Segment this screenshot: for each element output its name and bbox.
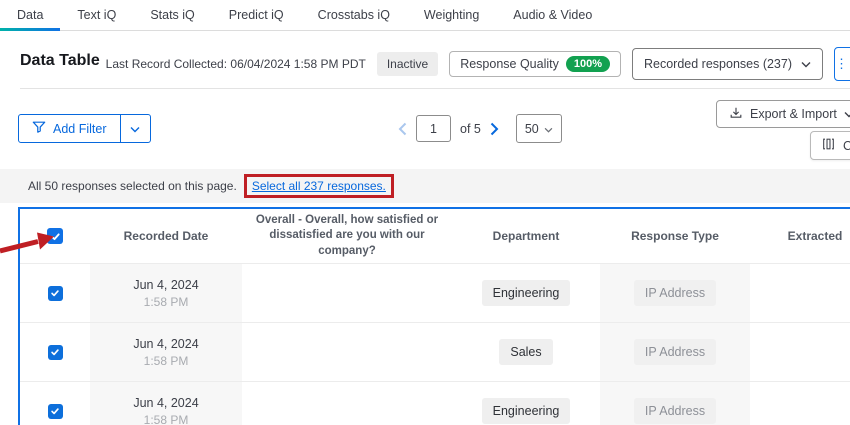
overall-cell (242, 323, 452, 381)
add-filter-caret-button[interactable] (119, 115, 150, 142)
chevron-down-icon (801, 57, 811, 71)
extracted-cell (750, 382, 850, 425)
select-all-checkbox[interactable] (47, 228, 63, 244)
data-analysis-page: Data Text iQ Stats iQ Predict iQ Crossta… (0, 0, 850, 425)
page-title: Data Table (20, 52, 100, 69)
column-header-label: Department (492, 229, 560, 243)
response-quality-percent-badge: 100% (565, 56, 610, 72)
response-type-cell: IP Address (600, 264, 750, 322)
tab-crosstabs-iq[interactable]: Crosstabs iQ (301, 0, 407, 30)
tab-data[interactable]: Data (0, 0, 61, 31)
row-checkbox[interactable] (47, 344, 63, 360)
response-quality-label: Response Quality (460, 57, 559, 71)
date-value: Jun 4, 2024 (133, 395, 199, 410)
recorded-date-cell: Jun 4, 2024 1:58 PM (90, 323, 242, 381)
row-select-cell (20, 382, 90, 425)
table-header-row: Recorded Date Overall - Overall, how sat… (20, 209, 850, 263)
tab-weighting[interactable]: Weighting (407, 0, 496, 30)
chevron-down-icon (844, 107, 850, 121)
column-header-recorded-date[interactable]: Recorded Date (90, 209, 242, 263)
filter-funnel-icon (32, 120, 46, 137)
response-quality-button[interactable]: Response Quality 100% (449, 51, 621, 77)
column-header-label: Recorded Date (123, 229, 209, 243)
tab-predict-iq[interactable]: Predict iQ (212, 0, 301, 30)
row-checkbox[interactable] (47, 285, 63, 301)
tab-audio-video[interactable]: Audio & Video (496, 0, 609, 30)
export-import-label: Export & Import (750, 107, 837, 121)
response-type-cell: IP Address (600, 382, 750, 425)
column-header-response-type[interactable]: Response Type (600, 209, 750, 263)
page-total-label: of 5 (460, 121, 481, 136)
department-cell: Engineering (452, 264, 600, 322)
chevron-down-icon (130, 120, 140, 138)
columns-icon (821, 137, 836, 154)
add-filter-split-button: Add Filter (18, 114, 151, 143)
table-row: Jun 4, 2024 1:58 PM Engineering IP Addre… (20, 381, 850, 425)
next-page-button[interactable] (490, 122, 499, 136)
page-size-value: 50 (524, 121, 539, 136)
add-filter-label: Add Filter (53, 121, 107, 136)
header-right-group: Last Record Collected: 06/04/2024 1:58 P… (106, 46, 850, 82)
time-value: 1:58 PM (143, 294, 189, 309)
header-divider (20, 88, 850, 89)
column-tools-label: Co (843, 138, 850, 153)
date-value: Jun 4, 2024 (133, 336, 199, 351)
pagination: of 5 50 (398, 114, 562, 143)
download-icon (729, 106, 743, 123)
column-header-label: Extracted (787, 229, 843, 243)
extracted-cell (750, 264, 850, 322)
tools-button-partial[interactable]: ⋮⋮ (834, 47, 850, 81)
recorded-responses-label: Recorded responses (237) (644, 57, 792, 71)
annotation-red-box: Select all 237 responses. (243, 174, 394, 198)
extracted-cell (750, 323, 850, 381)
select-all-header-cell (20, 209, 90, 263)
recorded-date-cell: Jun 4, 2024 1:58 PM (90, 264, 242, 322)
tab-text-iq[interactable]: Text iQ (60, 0, 133, 30)
page-size-dropdown[interactable]: 50 (515, 114, 562, 143)
recorded-date-cell: Jun 4, 2024 1:58 PM (90, 382, 242, 425)
tab-stats-iq[interactable]: Stats iQ (133, 0, 211, 30)
department-cell: Sales (452, 323, 600, 381)
data-table: Recorded Date Overall - Overall, how sat… (18, 207, 850, 425)
column-header-overall[interactable]: Overall - Overall, how satisfied or diss… (242, 209, 452, 263)
department-chip: Engineering (481, 280, 571, 306)
last-record-collected: Last Record Collected: 06/04/2024 1:58 P… (105, 57, 366, 71)
column-header-department[interactable]: Department (452, 209, 600, 263)
response-type-chip: IP Address (633, 280, 717, 306)
page-number-input[interactable] (416, 115, 451, 142)
column-header-label: Overall - Overall, how satisfied or diss… (255, 213, 439, 257)
row-checkbox[interactable] (47, 403, 63, 419)
row-select-cell (20, 264, 90, 322)
table-row: Jun 4, 2024 1:58 PM Sales IP Address (20, 322, 850, 381)
time-value: 1:58 PM (143, 353, 189, 368)
column-header-label: Response Type (631, 229, 719, 243)
date-value: Jun 4, 2024 (133, 277, 199, 292)
column-header-extracted[interactable]: Extracted (750, 209, 850, 263)
selection-banner: All 50 responses selected on this page. … (0, 169, 850, 203)
add-filter-button[interactable]: Add Filter (19, 115, 120, 142)
overall-cell (242, 264, 452, 322)
selection-message: All 50 responses selected on this page. (28, 179, 237, 193)
export-import-button[interactable]: Export & Import (716, 100, 850, 128)
table-row: Jun 4, 2024 1:58 PM Engineering IP Addre… (20, 263, 850, 322)
analysis-tabbar: Data Text iQ Stats iQ Predict iQ Crossta… (0, 0, 850, 31)
response-type-chip: IP Address (633, 398, 717, 424)
department-cell: Engineering (452, 382, 600, 425)
recorded-responses-dropdown[interactable]: Recorded responses (237) (632, 48, 823, 80)
dots-grid-icon: ⋮⋮ (835, 56, 850, 71)
row-select-cell (20, 323, 90, 381)
chevron-down-icon (544, 122, 553, 136)
overall-cell (242, 382, 452, 425)
column-tools-button-partial[interactable]: Co (810, 131, 850, 160)
department-chip: Sales (499, 339, 553, 365)
status-badge: Inactive (376, 52, 439, 76)
prev-page-button[interactable] (398, 122, 407, 136)
response-type-chip: IP Address (633, 339, 717, 365)
response-type-cell: IP Address (600, 323, 750, 381)
time-value: 1:58 PM (143, 412, 189, 425)
department-chip: Engineering (481, 398, 571, 424)
select-all-responses-link[interactable]: Select all 237 responses. (252, 179, 386, 193)
